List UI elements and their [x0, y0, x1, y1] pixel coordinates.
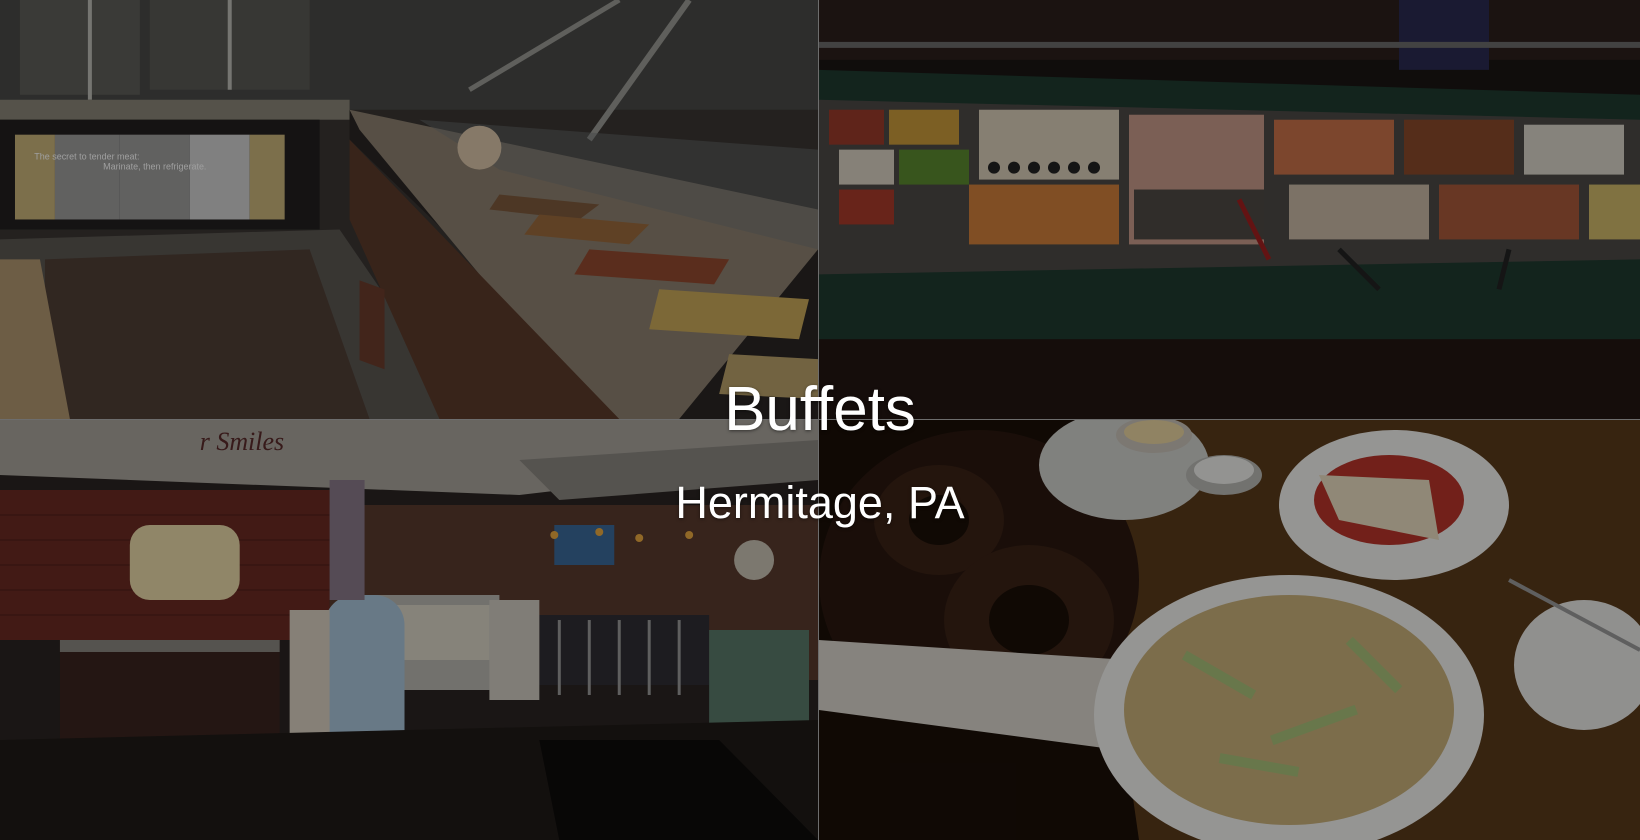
marinade-sign-1: The secret to tender meat:: [34, 152, 139, 162]
photo-sushi-bar: [819, 0, 1640, 420]
marinade-sign-2: Marinate, then refrigerate.: [103, 162, 206, 172]
page-title: Buffets: [724, 375, 916, 444]
photo-buffet-line: The secret to tender meat: Marinate, the…: [0, 0, 819, 420]
location-subtitle: Hermitage, PA: [675, 477, 965, 528]
buffet-hero-banner: The secret to tender meat: Marinate, the…: [0, 0, 1640, 840]
